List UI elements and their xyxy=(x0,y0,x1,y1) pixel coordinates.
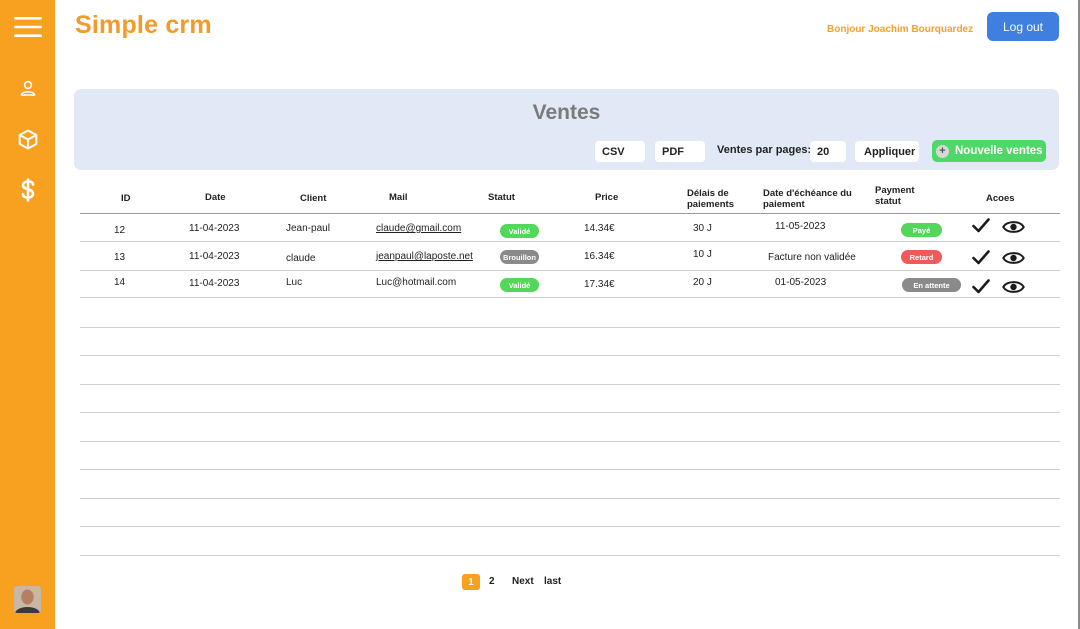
page-1-button[interactable]: 1 xyxy=(462,574,480,590)
payment-status-badge: Payé xyxy=(901,223,942,237)
eye-icon[interactable] xyxy=(1002,219,1025,235)
table-header-divider xyxy=(80,213,1060,214)
avatar[interactable] xyxy=(14,586,41,613)
col-header-actions: Acoes xyxy=(986,193,1015,204)
payment-status-badge: Retard xyxy=(901,250,942,264)
cell-price: 16.34€ xyxy=(584,251,615,262)
cell-date: 11-04-2023 xyxy=(189,251,240,262)
cell-delais: 20 J xyxy=(693,277,712,288)
col-header-delais: Délais de paiements xyxy=(687,188,734,210)
cell-echeance: 01-05-2023 xyxy=(775,277,827,288)
dollar-icon[interactable] xyxy=(0,178,55,202)
row-divider xyxy=(80,384,1060,385)
row-divider xyxy=(80,297,1060,298)
col-header-date: Date xyxy=(205,192,226,203)
box-icon[interactable] xyxy=(0,128,55,150)
page-2-button[interactable]: 2 xyxy=(489,576,495,587)
status-badge: Validé xyxy=(500,278,539,292)
col-header-client: Client xyxy=(300,193,327,204)
row-divider xyxy=(80,241,1060,242)
col-header-mail: Mail xyxy=(389,192,408,203)
check-icon[interactable] xyxy=(972,279,990,294)
col-header-price: Price xyxy=(595,192,619,203)
col-header-id: ID xyxy=(121,193,131,204)
row-divider xyxy=(80,441,1060,442)
cell-client: Jean-paul xyxy=(286,223,330,234)
apply-button[interactable]: Appliquer xyxy=(855,141,919,162)
menu-icon[interactable] xyxy=(0,14,55,40)
row-divider xyxy=(80,270,1060,271)
plus-icon: + xyxy=(936,144,949,158)
cell-id: 13 xyxy=(114,252,126,263)
per-page-label: Ventes par pages: xyxy=(717,144,812,156)
row-divider xyxy=(80,327,1060,328)
app-logo: Simple crm xyxy=(75,11,212,39)
cell-date: 11-04-2023 xyxy=(189,223,240,234)
col-header-payment-line2: statut xyxy=(875,196,901,207)
col-header-delais-line1: Délais de xyxy=(687,188,729,199)
user-icon[interactable] xyxy=(0,78,55,98)
logout-button[interactable]: Log out xyxy=(987,12,1059,41)
cell-price: 14.34€ xyxy=(584,223,615,234)
check-icon[interactable] xyxy=(972,250,990,265)
cell-echeance: 11-05-2023 xyxy=(775,221,826,232)
col-header-echeance: Date d'échéance du paiement xyxy=(763,188,852,210)
cell-id: 14 xyxy=(114,277,126,288)
cell-mail[interactable]: claude@gmail.com xyxy=(376,223,461,234)
row-divider xyxy=(80,469,1060,470)
per-page-input[interactable]: 20 xyxy=(810,141,846,162)
status-badge: Brouillon xyxy=(500,250,539,264)
cell-mail[interactable]: jeanpaul@laposte.net xyxy=(376,251,473,262)
row-divider xyxy=(80,355,1060,356)
new-sale-label: Nouvelle ventes xyxy=(955,145,1043,157)
export-csv-button[interactable]: CSV xyxy=(595,141,645,162)
cell-delais: 30 J xyxy=(693,223,712,234)
col-header-echeance-line1: Date d'échéance du xyxy=(763,188,852,199)
cell-echeance: Facture non validée xyxy=(768,252,856,263)
last-page-button[interactable]: last xyxy=(544,576,561,587)
cell-delais: 10 J xyxy=(693,249,712,260)
next-page-button[interactable]: Next xyxy=(512,576,534,587)
check-icon[interactable] xyxy=(972,218,990,233)
col-header-statut: Statut xyxy=(488,192,515,203)
status-badge: Validé xyxy=(500,224,539,238)
cell-client: Luc xyxy=(286,277,303,288)
cell-mail[interactable]: Luc@hotmail.com xyxy=(376,277,456,288)
user-greeting: Bonjour Joachim Bourquardez xyxy=(827,24,974,35)
new-sale-button[interactable]: + Nouvelle ventes xyxy=(932,140,1046,162)
col-header-payment-line1: Payment xyxy=(875,185,915,196)
sidebar xyxy=(0,0,55,629)
row-divider xyxy=(80,412,1060,413)
cell-date: 11-04-2023 xyxy=(189,278,240,289)
row-divider xyxy=(80,555,1060,556)
cell-client: claude xyxy=(286,253,316,264)
page-title: Ventes xyxy=(532,101,601,124)
cell-price: 17.34€ xyxy=(584,279,615,290)
col-header-echeance-line2: paiement xyxy=(763,199,805,210)
cell-id: 12 xyxy=(114,225,126,236)
col-header-payment: Payment statut xyxy=(875,185,915,207)
col-header-delais-line2: paiements xyxy=(687,199,734,210)
eye-icon[interactable] xyxy=(1002,250,1025,266)
payment-status-badge: En attente xyxy=(902,278,961,292)
row-divider xyxy=(80,526,1060,527)
export-pdf-button[interactable]: PDF xyxy=(655,141,705,162)
eye-icon[interactable] xyxy=(1002,279,1025,295)
row-divider xyxy=(80,498,1060,499)
